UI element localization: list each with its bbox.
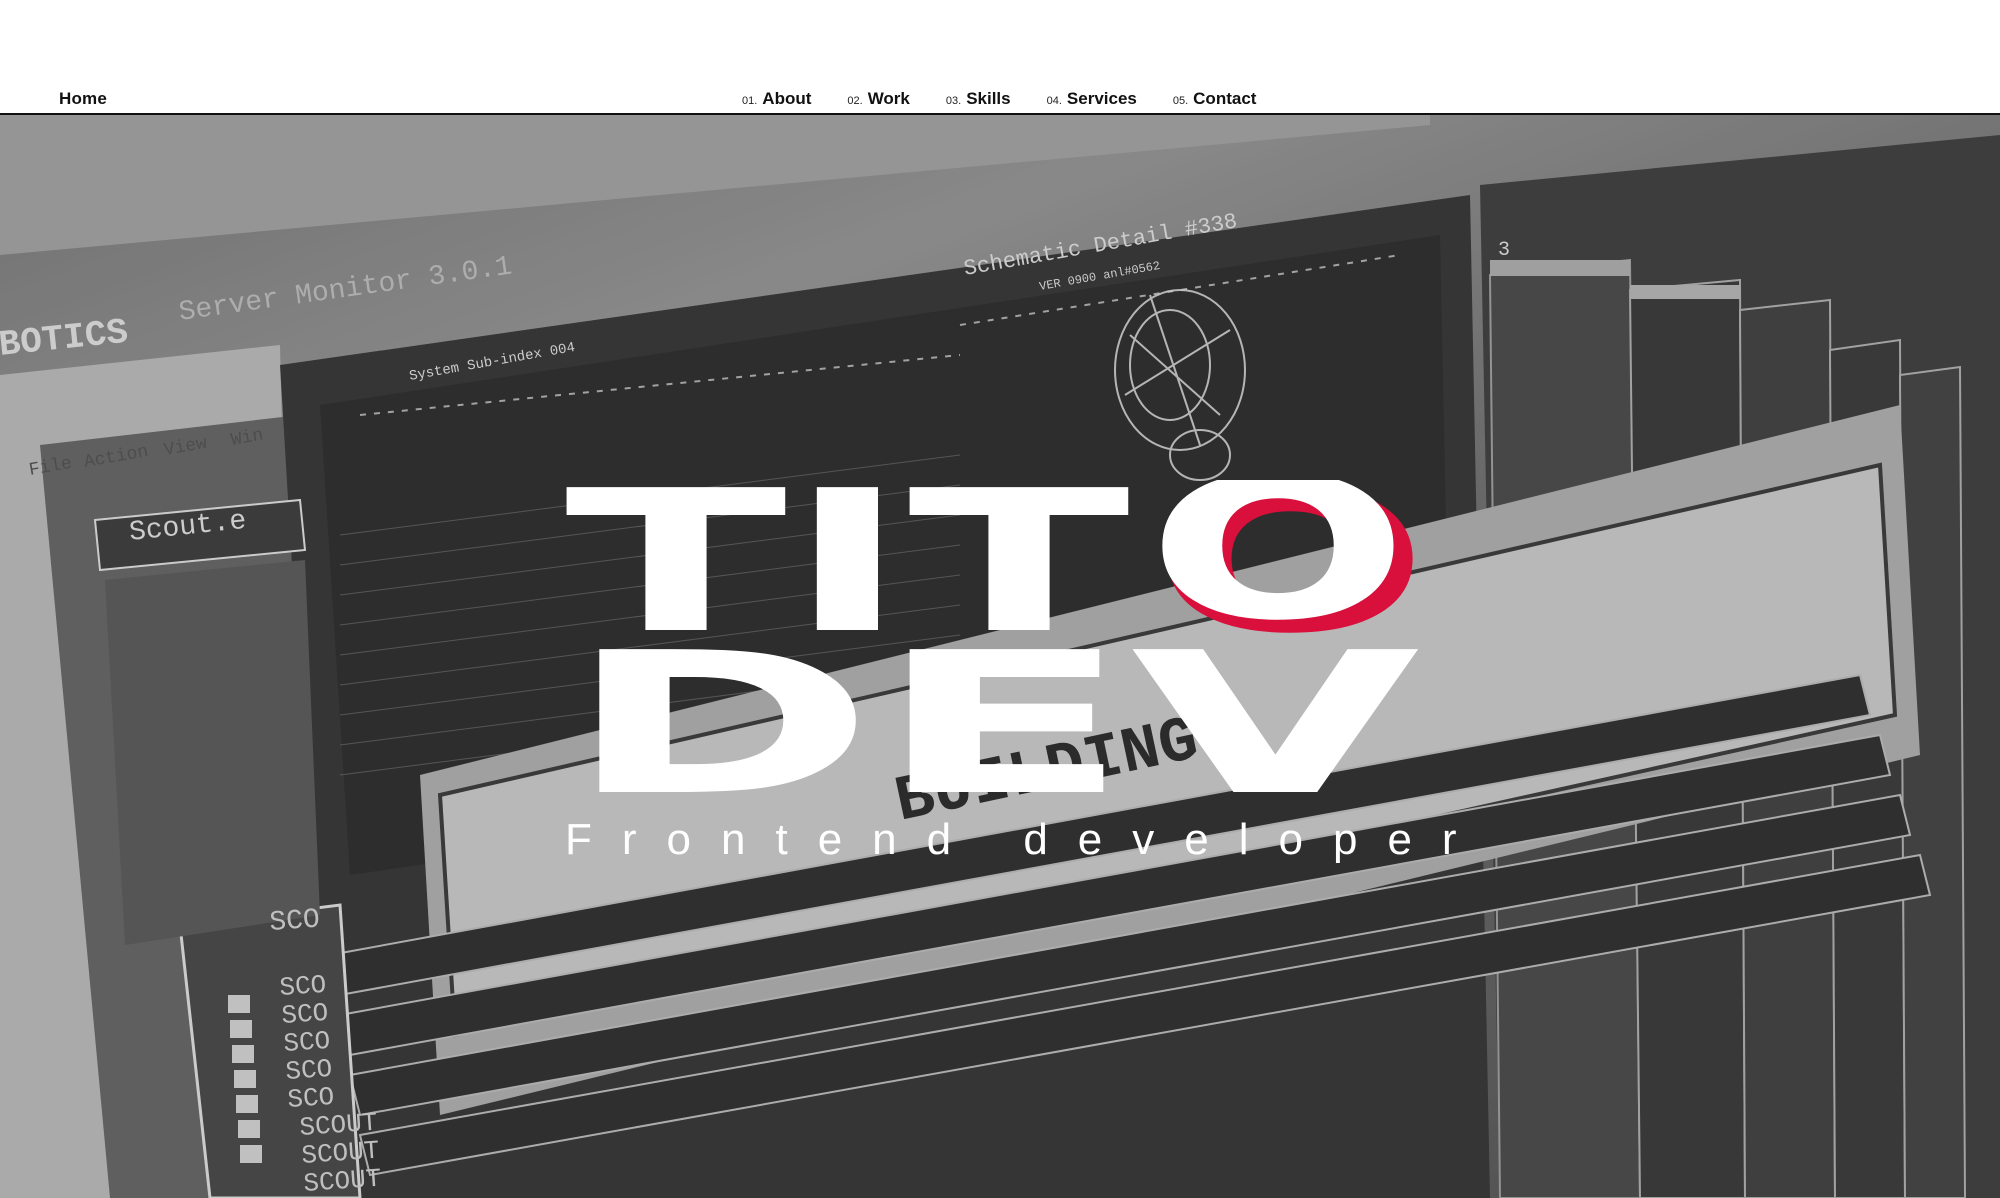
main-nav: 01. About 02. Work 03. Skills 04. Servic… xyxy=(742,89,1256,109)
hero-subtitle: Frontend developer xyxy=(565,815,1487,864)
title-line-2: DEV xyxy=(565,611,1420,820)
nav-item-contact[interactable]: 05. Contact xyxy=(1173,89,1257,109)
nav-item-label: Contact xyxy=(1193,89,1257,108)
nav-item-services[interactable]: 04. Services xyxy=(1047,89,1137,109)
nav-item-skills[interactable]: 03. Skills xyxy=(946,89,1011,109)
nav-item-label: Work xyxy=(867,89,910,108)
hero-section: BOTICS Server Monitor 3.0.1 Schematic De… xyxy=(0,115,2000,1198)
nav-item-about[interactable]: 01. About xyxy=(742,89,811,109)
hero-title: TIT O O DEV xyxy=(565,480,1445,1010)
home-link[interactable]: Home xyxy=(59,89,107,109)
nav-item-number: 01. xyxy=(742,95,758,107)
nav-item-number: 05. xyxy=(1172,95,1189,107)
nav-item-work[interactable]: 02. Work xyxy=(847,89,910,109)
nav-item-label: Services xyxy=(1066,89,1137,108)
nav-item-label: About xyxy=(762,89,812,108)
top-navigation-bar: Home 01. About 02. Work 03. Skills 04. S… xyxy=(0,0,2000,115)
nav-item-number: 04. xyxy=(1046,95,1062,107)
nav-item-number: 03. xyxy=(945,95,962,107)
nav-item-label: Skills xyxy=(966,89,1011,108)
nav-item-number: 02. xyxy=(847,95,863,107)
